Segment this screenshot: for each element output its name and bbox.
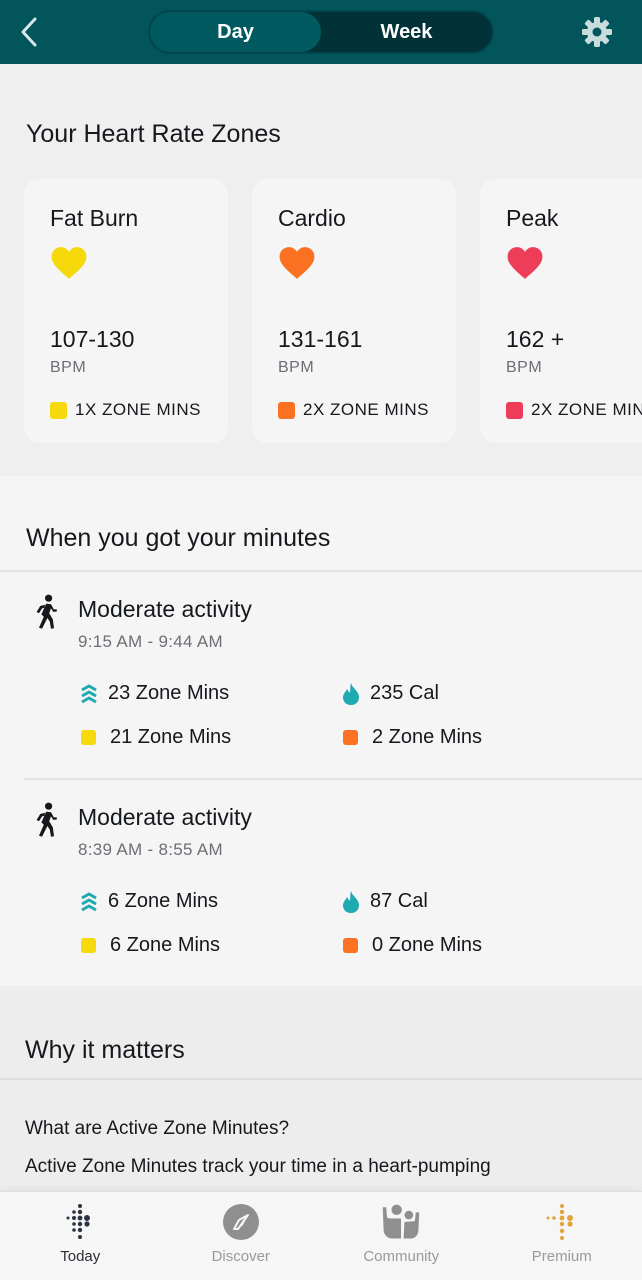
heart-icon <box>51 247 87 279</box>
multiplier-label: 2X ZONE MINS <box>303 400 429 419</box>
activity-item[interactable]: Moderate activity 9:15 AM - 9:44 AM 23 Z… <box>0 572 642 778</box>
walking-icon <box>36 594 57 629</box>
zone-unit: BPM <box>50 359 87 376</box>
nav-label: Premium <box>531 1248 592 1265</box>
activity-time: 9:15 AM - 9:44 AM <box>78 632 223 651</box>
fat-burn-swatch <box>81 938 96 953</box>
zone-minutes-icon <box>78 891 100 913</box>
gear-icon <box>582 17 612 47</box>
heart-icon <box>279 247 315 279</box>
tab-day[interactable]: Day <box>150 12 321 52</box>
walking-icon <box>36 802 57 837</box>
settings-button[interactable] <box>580 15 614 49</box>
zone-card-fat-burn[interactable]: Fat Burn 107-130 BPM 1X ZONE MINS <box>24 179 228 443</box>
zones-title: Your Heart Rate Zones <box>26 120 281 148</box>
zone-multiplier: 2X ZONE MINS <box>278 400 429 420</box>
multiplier-label: 1X ZONE MINS <box>75 400 201 419</box>
chevron-left-icon <box>21 17 37 47</box>
nav-label: Community <box>363 1248 440 1265</box>
minutes-section: When you got your minutes Moderate activ… <box>0 476 642 986</box>
cardio-mins-value: 2 Zone Mins <box>372 726 483 748</box>
fat-burn-mins-value: 21 Zone Mins <box>110 726 232 748</box>
why-title: Why it matters <box>25 1036 185 1064</box>
activity-name: Moderate activity <box>78 596 252 622</box>
compass-icon <box>221 1202 261 1242</box>
nav-community[interactable]: Community <box>321 1192 482 1280</box>
bottom-nav: Today Discover Community Premium <box>0 1191 642 1280</box>
divider <box>0 1078 642 1080</box>
why-it-matters-section: Why it matters What are Active Zone Minu… <box>0 986 642 1196</box>
calories: 235 Cal <box>340 682 439 705</box>
fat-burn-mins-value: 6 Zone Mins <box>110 934 221 956</box>
minutes-title: When you got your minutes <box>26 524 331 552</box>
total-zone-mins: 6 Zone Mins <box>78 890 218 913</box>
cardio-mins: 2 Zone Mins <box>340 726 482 749</box>
zone-name: Peak <box>506 205 559 231</box>
zone-range: 107-130 <box>50 326 135 352</box>
calories-value: 235 Cal <box>370 682 439 704</box>
cardio-swatch <box>343 938 358 953</box>
zone-unit: BPM <box>278 359 315 376</box>
activity-name: Moderate activity <box>78 804 252 830</box>
day-week-toggle: Day Week <box>148 10 494 54</box>
activity-time: 8:39 AM - 8:55 AM <box>78 840 223 859</box>
why-text: Active Zone Minutes track your time in a… <box>25 1156 491 1177</box>
flame-icon <box>340 682 362 705</box>
zone-unit: BPM <box>506 359 543 376</box>
heart-icon <box>507 247 543 279</box>
zone-range: 162 + <box>506 326 565 352</box>
nav-label: Today <box>60 1248 101 1265</box>
zone-name: Fat Burn <box>50 205 139 231</box>
zone-cards: Fat Burn 107-130 BPM 1X ZONE MINS Cardio… <box>24 179 642 443</box>
total-zone-mins-value: 6 Zone Mins <box>108 890 219 912</box>
top-bar: Day Week <box>0 0 642 64</box>
premium-logo-icon <box>542 1202 582 1242</box>
total-zone-mins: 23 Zone Mins <box>78 682 229 705</box>
zone-card-cardio[interactable]: Cardio 131-161 BPM 2X ZONE MINS <box>252 179 456 443</box>
multiplier-label: 2X ZONE MINS <box>531 400 642 419</box>
cardio-mins-value: 0 Zone Mins <box>372 934 483 956</box>
fat-burn-swatch <box>50 401 67 419</box>
heart-rate-zones-section: Your Heart Rate Zones Fat Burn 107-130 B… <box>0 64 642 476</box>
community-icon <box>381 1202 421 1242</box>
tab-week[interactable]: Week <box>321 12 492 52</box>
zone-name: Cardio <box>278 205 346 231</box>
cardio-swatch <box>278 401 295 419</box>
calories: 87 Cal <box>340 890 428 913</box>
fitbit-logo-icon <box>60 1202 100 1242</box>
nav-today[interactable]: Today <box>0 1192 161 1280</box>
fat-burn-swatch <box>81 730 96 745</box>
zone-card-peak[interactable]: Peak 162 + BPM 2X ZONE MINS <box>480 179 642 443</box>
zone-range: 131-161 <box>278 326 363 352</box>
fat-burn-mins: 21 Zone Mins <box>78 726 231 749</box>
zone-multiplier: 2X ZONE MINS <box>506 400 642 420</box>
fat-burn-mins: 6 Zone Mins <box>78 934 220 957</box>
flame-icon <box>340 890 362 913</box>
back-button[interactable] <box>14 14 44 50</box>
nav-discover[interactable]: Discover <box>161 1192 322 1280</box>
nav-premium[interactable]: Premium <box>482 1192 642 1280</box>
why-question: What are Active Zone Minutes? <box>25 1118 290 1139</box>
calories-value: 87 Cal <box>370 890 428 912</box>
total-zone-mins-value: 23 Zone Mins <box>108 682 230 704</box>
cardio-mins: 0 Zone Mins <box>340 934 482 957</box>
cardio-swatch <box>343 730 358 745</box>
zone-multiplier: 1X ZONE MINS <box>50 400 201 420</box>
nav-label: Discover <box>211 1248 270 1265</box>
zone-minutes-icon <box>78 683 100 705</box>
activity-item[interactable]: Moderate activity 8:39 AM - 8:55 AM 6 Zo… <box>0 780 642 986</box>
peak-swatch <box>506 401 523 419</box>
